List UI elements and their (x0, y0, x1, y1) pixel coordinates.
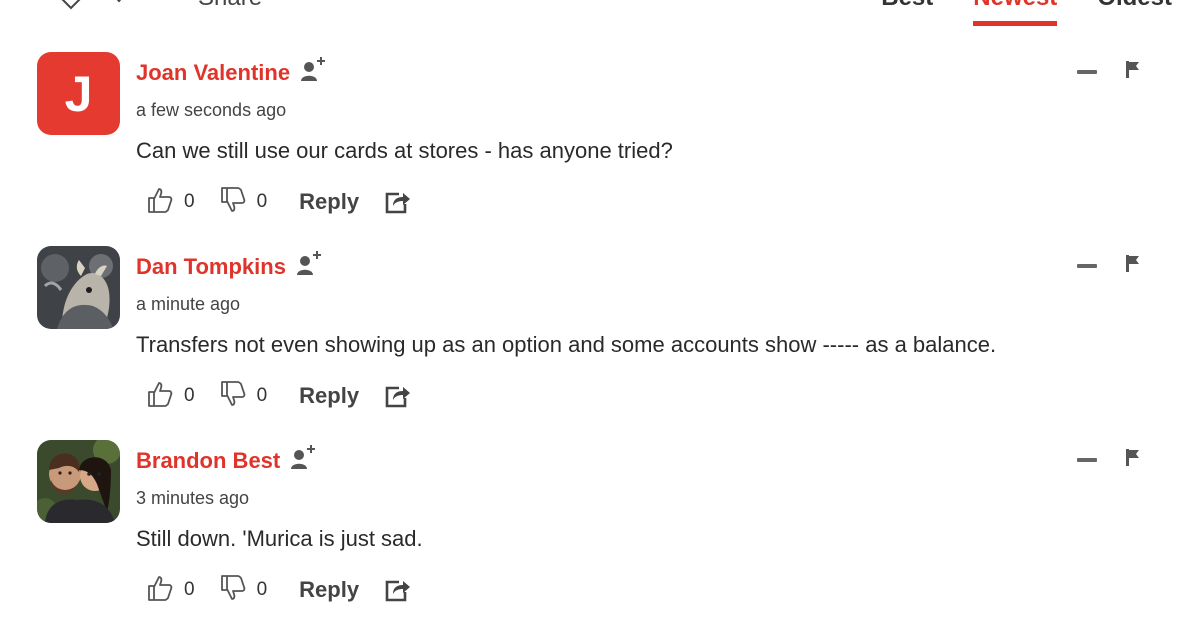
share-icon[interactable] (383, 382, 411, 410)
reply-button[interactable]: Reply (299, 577, 359, 603)
toolbar-share-link[interactable]: Share (198, 0, 262, 12)
comment-text: Still down. 'Murica is just sad. (136, 526, 423, 551)
thumbs-down-icon (219, 186, 247, 219)
author-name[interactable]: Joan Valentine (136, 60, 290, 86)
downvote-count: 0 (256, 579, 268, 600)
comment-actions: 0 0 Reply (146, 574, 411, 606)
share-icon[interactable] (383, 576, 411, 604)
thumbs-up-icon (146, 380, 174, 413)
heart-icon[interactable] (56, 0, 86, 10)
flag-icon[interactable] (1124, 60, 1142, 78)
upvote-count: 0 (184, 579, 195, 600)
toolbar-left: Share (56, 0, 262, 12)
author-name[interactable]: Brandon Best (136, 448, 280, 474)
follow-user-icon[interactable] (290, 444, 316, 470)
comment-item: Brandon Best 3 minutes ago Still down. '… (0, 440, 1200, 634)
comment-text: Transfers not even showing up as an opti… (136, 332, 997, 357)
comments-toolbar: Share Best Newest Oldest (0, 0, 1200, 26)
tab-best[interactable]: Best (881, 0, 933, 18)
thumbs-down-icon (219, 380, 247, 413)
upvote-button[interactable]: 0 (146, 186, 195, 219)
avatar[interactable]: J (37, 52, 120, 135)
sort-tabs: Best Newest Oldest (881, 0, 1172, 26)
comment-timestamp: a few seconds ago (136, 100, 287, 120)
downvote-button[interactable]: 0 (219, 574, 268, 607)
collapse-icon[interactable] (1077, 70, 1097, 74)
avatar[interactable] (37, 440, 120, 523)
thumbs-up-icon (146, 574, 174, 607)
chevron-down-icon[interactable] (112, 0, 126, 5)
reply-button[interactable]: Reply (299, 383, 359, 409)
author-row: Dan Tompkins (136, 251, 322, 280)
comment-actions: 0 0 Reply (146, 380, 411, 412)
downvote-button[interactable]: 0 (219, 380, 268, 413)
author-name[interactable]: Dan Tompkins (136, 254, 286, 280)
comment-item: Dan Tompkins a minute ago Transfers not … (0, 246, 1200, 440)
follow-user-icon[interactable] (296, 250, 322, 276)
upvote-button[interactable]: 0 (146, 380, 195, 413)
flag-icon[interactable] (1124, 448, 1142, 466)
downvote-count: 0 (256, 385, 268, 406)
thumbs-down-icon (219, 574, 247, 607)
collapse-icon[interactable] (1077, 264, 1097, 268)
upvote-button[interactable]: 0 (146, 574, 195, 607)
downvote-button[interactable]: 0 (219, 186, 268, 219)
collapse-icon[interactable] (1077, 458, 1097, 462)
author-row: Brandon Best (136, 445, 316, 474)
upvote-count: 0 (184, 191, 195, 212)
downvote-count: 0 (256, 191, 268, 212)
tab-oldest[interactable]: Oldest (1097, 0, 1172, 18)
comments-page: Share Best Newest Oldest J Joan Valentin… (0, 0, 1200, 635)
comment-timestamp: 3 minutes ago (136, 488, 250, 508)
tab-newest[interactable]: Newest (973, 0, 1058, 26)
comment-item: J Joan Valentine a few seconds ago Can w… (0, 52, 1200, 246)
comment-text: Can we still use our cards at stores - h… (136, 138, 673, 163)
comment-timestamp: a minute ago (136, 294, 241, 314)
reply-button[interactable]: Reply (299, 189, 359, 215)
share-icon[interactable] (383, 188, 411, 216)
avatar[interactable] (37, 246, 120, 329)
comment-actions: 0 0 Reply (146, 186, 411, 218)
follow-user-icon[interactable] (300, 56, 326, 82)
author-row: Joan Valentine (136, 57, 326, 86)
upvote-count: 0 (184, 385, 195, 406)
thumbs-up-icon (146, 186, 174, 219)
flag-icon[interactable] (1124, 254, 1142, 272)
